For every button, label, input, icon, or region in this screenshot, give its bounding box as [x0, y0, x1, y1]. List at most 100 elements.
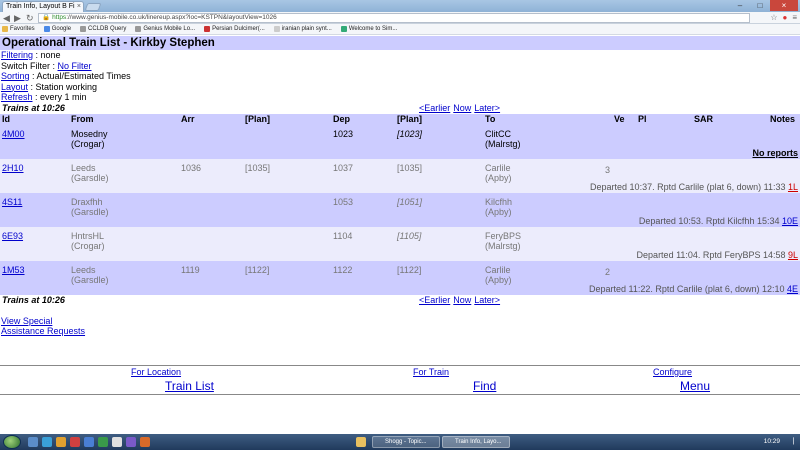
plan-arr: [1122]	[245, 264, 270, 275]
app-icon[interactable]	[126, 437, 136, 447]
close-tab-icon[interactable]: ×	[77, 2, 81, 12]
find-link[interactable]: Find	[473, 379, 496, 393]
word-icon[interactable]	[84, 437, 94, 447]
train-id-link[interactable]: 6E93	[2, 231, 23, 241]
folder-icon[interactable]	[356, 437, 366, 447]
configure-link[interactable]: Configure	[653, 367, 692, 377]
star-icon[interactable]: ☆	[770, 13, 777, 23]
bookmark-welcome[interactable]: Welcome to Sim...	[340, 26, 397, 32]
table-row: 6E93 HntrsHL (Crogar) 1104 [1105] FeryBP…	[0, 226, 800, 261]
col-plan-dep: [Plan]	[397, 113, 423, 124]
layout-link[interactable]: Layout	[1, 82, 28, 92]
folder-icon[interactable]	[56, 437, 66, 447]
report-note-text: Departed 11:04. Rptd FeryBPS 14:58	[636, 249, 788, 260]
refresh-link[interactable]: Refresh	[1, 92, 33, 102]
trains-at-row-bottom: Trains at 10:26 <Earlier Now Later>	[0, 295, 800, 306]
close-window-icon[interactable]: ×	[770, 0, 798, 11]
train-id-link[interactable]: 4S11	[2, 197, 22, 207]
app-icon[interactable]	[140, 437, 150, 447]
start-button[interactable]	[3, 435, 21, 449]
plan-dep: [1051]	[397, 196, 423, 207]
earlier-link[interactable]: <Earlier	[419, 103, 450, 113]
minimize-icon[interactable]: –	[730, 0, 750, 11]
sorting-link[interactable]: Sorting	[1, 71, 30, 81]
now-link[interactable]: Now	[453, 103, 471, 113]
no-filter-link[interactable]: No Filter	[58, 61, 92, 71]
refresh-value: : every 1 min	[32, 92, 87, 102]
menu-icon[interactable]: ≡	[792, 13, 797, 23]
train-id-link[interactable]: 2H10	[2, 163, 24, 173]
to-sub: (Apby)	[485, 206, 512, 217]
col-sar: SAR	[694, 113, 714, 124]
train-list-link[interactable]: Train List	[165, 379, 214, 393]
page-icon	[273, 26, 280, 32]
forward-icon[interactable]: ▶	[14, 12, 21, 24]
app-icon[interactable]	[112, 437, 122, 447]
table-row: 1M53 Leeds (Garsdle) 1119 [1122] 1122 [1…	[0, 260, 800, 295]
bookmarks-bar: Favorites Google CCLDB Query Genius Mobi…	[0, 24, 800, 35]
for-train-link[interactable]: For Train	[413, 367, 449, 377]
ve-count: 2	[605, 266, 611, 277]
filtering-link[interactable]: Filtering	[1, 50, 33, 60]
now-link[interactable]: Now	[453, 295, 471, 305]
bookmark-iranian[interactable]: iranian plain synt...	[273, 26, 332, 32]
maximize-icon[interactable]: □	[750, 0, 770, 11]
from-station: Mosedny	[71, 128, 108, 139]
to-sub: (Malrstg)	[485, 138, 521, 149]
bookmark-genius[interactable]: Genius Mobile Lo...	[135, 26, 195, 32]
bookmark-persian[interactable]: Persian Dulcimer(...	[204, 26, 265, 32]
plan-dep: [1023]	[397, 128, 423, 139]
report-note: Departed 11:22. Rptd Carlile (plat 6, do…	[589, 284, 798, 294]
earlier-link[interactable]: <Earlier	[419, 295, 450, 305]
no-reports-link[interactable]: No reports	[752, 148, 798, 158]
assistance-requests-link[interactable]: Assistance Requests	[1, 326, 85, 336]
page-title: Operational Train List - Kirkby Stephen	[0, 36, 800, 50]
menu-link[interactable]: Menu	[680, 379, 710, 393]
col-notes: Notes	[770, 113, 796, 124]
new-tab-button[interactable]	[84, 3, 102, 11]
train-id-link[interactable]: 4M00	[2, 129, 25, 139]
to-station: Carlile	[485, 162, 511, 173]
browser-toolbar: ◀ ▶ ↻ 🔒 https://www.genius-mobile.co.uk/l…	[0, 12, 800, 24]
bookmark-ccldb[interactable]: CCLDB Query	[80, 26, 126, 32]
taskbar-clock: 10:29	[763, 438, 780, 445]
ie-icon[interactable]	[42, 437, 52, 447]
table-row: 4S11 Draxfhh (Garsdle) 1053 [1051] Kilcf…	[0, 192, 800, 227]
app-icon[interactable]	[98, 437, 108, 447]
view-special-link[interactable]: View Special	[1, 316, 52, 326]
from-sub: (Crogar)	[71, 138, 105, 149]
report-code-link[interactable]: 4E	[787, 284, 798, 294]
bookmark-google[interactable]: Google	[43, 26, 71, 32]
later-link[interactable]: Later>	[474, 295, 500, 305]
col-pl: Pl	[638, 113, 647, 124]
explorer-icon[interactable]	[28, 437, 38, 447]
media-icon[interactable]	[70, 437, 80, 447]
address-bar[interactable]: 🔒 https://www.genius-mobile.co.uk/linereu…	[38, 13, 750, 23]
later-link[interactable]: Later>	[474, 103, 500, 113]
reload-icon[interactable]: ↻	[26, 12, 34, 24]
to-sub: (Apby)	[485, 172, 512, 183]
from-station: HntrsHL	[71, 230, 105, 241]
to-sub: (Malrstg)	[485, 240, 521, 251]
back-icon[interactable]: ◀	[3, 12, 10, 24]
windows-taskbar: Shogg - Topic... Train Info, Layo... 10:…	[0, 434, 800, 450]
browser-tab[interactable]: Train Info, Layout B Fi ×	[2, 1, 84, 12]
bookmark-favorites[interactable]: Favorites	[2, 26, 35, 32]
report-note-text: Departed 11:22. Rptd Carlile (plat 6, do…	[589, 283, 787, 294]
page-icon	[135, 26, 142, 32]
extension-icon[interactable]: ●	[782, 13, 787, 23]
taskbar-task-topic[interactable]: Shogg - Topic...	[372, 436, 440, 448]
time-navigation: <Earlier Now Later>	[419, 103, 503, 114]
train-id-link[interactable]: 1M53	[2, 265, 25, 275]
report-code-link[interactable]: 9L	[788, 250, 798, 260]
report-code-link[interactable]: 10E	[782, 216, 798, 226]
for-location-link[interactable]: For Location	[131, 367, 181, 377]
show-desktop-icon[interactable]: ▏	[793, 436, 798, 448]
to-station: Kilcfhh	[485, 196, 513, 207]
to-sub: (Apby)	[485, 274, 512, 285]
report-code-link[interactable]: 1L	[788, 182, 798, 192]
col-ve: Ve	[614, 113, 625, 124]
taskbar-task-train-info[interactable]: Train Info, Layo...	[442, 436, 510, 448]
window-controls: – □ ×	[730, 0, 798, 11]
extra-links: View Special Assistance Requests	[0, 316, 800, 336]
